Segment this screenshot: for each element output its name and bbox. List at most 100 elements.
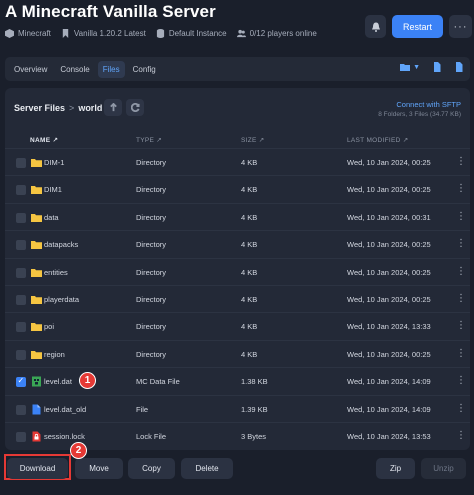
upload-arrow-button[interactable]	[104, 99, 122, 116]
unzip-button[interactable]: Unzip	[421, 458, 466, 479]
column-name[interactable]: NAME ↗	[30, 136, 58, 144]
refresh-icon	[130, 103, 140, 112]
file-modified: Wed, 10 Jan 2024, 00:25	[347, 294, 431, 304]
table-row[interactable]: entities Directory 4 KB Wed, 10 Jan 2024, 0…	[5, 257, 470, 285]
row-checkbox[interactable]	[16, 158, 26, 168]
row-menu-button[interactable]: ⋮	[456, 430, 466, 441]
column-size[interactable]: SIZE ↗	[241, 136, 265, 144]
file-name[interactable]: playerdata	[44, 295, 79, 304]
file-name[interactable]: level.dat	[44, 377, 72, 386]
row-menu-button[interactable]: ⋮	[456, 375, 466, 386]
file-name[interactable]: poi	[44, 322, 54, 331]
column-modified[interactable]: LAST MODIFIED ↗	[347, 136, 408, 144]
table-row[interactable]: datapacks Directory 4 KB Wed, 10 Jan 2024, …	[5, 230, 470, 257]
table-row[interactable]: level.dat MC Data File 1.38 KB Wed, 10 Jan …	[5, 367, 470, 394]
row-menu-button[interactable]: ⋮	[456, 183, 466, 194]
row-menu-button[interactable]: ⋮	[456, 293, 466, 304]
row-checkbox[interactable]	[16, 212, 26, 223]
annotation-marker-1: 1	[79, 372, 96, 389]
table-row[interactable]: poi Directory 4 KB Wed, 10 Jan 2024, 13:33 ⋮	[5, 312, 470, 339]
row-checkbox[interactable]	[16, 185, 26, 196]
restart-button[interactable]: Restart	[392, 15, 443, 38]
more-options-button[interactable]: ···	[449, 15, 472, 38]
refresh-button[interactable]	[126, 99, 144, 116]
row-checkbox[interactable]	[16, 431, 26, 442]
row-checkbox[interactable]	[16, 267, 26, 278]
row-menu-button[interactable]: ⋮	[456, 348, 466, 359]
cube-icon	[5, 29, 14, 38]
table-row[interactable]: playerdata Directory 4 KB Wed, 10 Jan 2024,…	[5, 284, 470, 312]
folder-icon	[31, 267, 42, 278]
upload-icon[interactable]	[454, 62, 464, 72]
zip-button[interactable]: Zip	[376, 458, 415, 479]
copy-button[interactable]: Copy	[128, 458, 175, 479]
row-checkbox[interactable]	[16, 376, 26, 388]
row-menu-button[interactable]: ⋮	[456, 403, 466, 414]
file-name[interactable]: region	[44, 350, 65, 359]
folder-icon	[31, 294, 42, 305]
annotation-marker-2: 2	[70, 442, 87, 459]
file-name[interactable]: DIM-1	[44, 158, 64, 167]
file-type: Directory	[136, 349, 167, 359]
table-row[interactable]: DIM-1 Directory 4 KB Wed, 10 Jan 2024, 00:2…	[5, 148, 470, 175]
tab-overview[interactable]: Overview	[9, 61, 52, 78]
breadcrumb-separator: >	[69, 103, 75, 113]
file-type: MC Data File	[136, 377, 180, 387]
file-name[interactable]: entities	[44, 268, 68, 277]
row-checkbox[interactable]	[16, 322, 26, 333]
file-type: Directory	[136, 294, 167, 304]
file-modified: Wed, 10 Jan 2024, 00:31	[347, 212, 431, 222]
move-button[interactable]: Move	[75, 458, 123, 479]
new-file-icon[interactable]	[432, 62, 442, 72]
breadcrumb-root[interactable]: Server Files	[14, 103, 65, 113]
folder-icon	[31, 212, 42, 223]
file-type: Directory	[136, 185, 167, 195]
table-row[interactable]: region Directory 4 KB Wed, 10 Jan 2024, 00:…	[5, 339, 470, 367]
row-menu-button[interactable]: ⋮	[456, 238, 466, 249]
connect-sftp-link[interactable]: Connect with SFTP	[396, 100, 461, 109]
file-modified: Wed, 10 Jan 2024, 00:25	[347, 267, 431, 277]
file-name[interactable]: level.dat_old	[44, 405, 86, 414]
row-checkbox[interactable]	[16, 240, 26, 251]
database-icon	[156, 29, 164, 38]
new-folder-icon[interactable]	[400, 62, 411, 72]
file-size: 1.38 KB	[241, 377, 268, 387]
file-name[interactable]: datapacks	[44, 240, 78, 249]
row-checkbox[interactable]	[16, 294, 26, 305]
table-row[interactable]: DIM1 Directory 4 KB Wed, 10 Jan 2024, 00:25…	[5, 175, 470, 202]
download-button[interactable]: Download	[7, 458, 68, 479]
page-title: A Minecraft Vanilla Server	[5, 2, 216, 21]
file-icon	[31, 404, 42, 415]
notifications-button[interactable]	[365, 15, 386, 38]
table-header: NAME ↗ TYPE ↗ SIZE ↗ LAST MODIFIED ↗	[5, 132, 470, 148]
row-menu-button[interactable]: ⋮	[456, 211, 466, 222]
table-row[interactable]: data Directory 4 KB Wed, 10 Jan 2024, 00:31…	[5, 202, 470, 230]
table-row[interactable]: level.dat_old File 1.39 KB Wed, 10 Jan 2024…	[5, 394, 470, 422]
file-type: Directory	[136, 158, 167, 167]
tab-config[interactable]: Config	[128, 61, 161, 78]
file-type: Directory	[136, 212, 167, 222]
tab-bar: Overview Console Files Config ▼	[5, 57, 470, 81]
file-size: 4 KB	[241, 185, 258, 195]
delete-button[interactable]: Delete	[181, 458, 233, 479]
row-checkbox[interactable]	[16, 349, 26, 360]
users-icon	[236, 29, 246, 38]
server-header: A Minecraft Vanilla Server Minecraft Van…	[0, 0, 474, 52]
column-type[interactable]: TYPE ↗	[136, 136, 162, 144]
tab-files[interactable]: Files	[97, 60, 125, 78]
bookmark-icon	[62, 29, 69, 38]
file-size: 1.39 KB	[241, 404, 268, 414]
file-name[interactable]: DIM1	[44, 185, 62, 194]
file-size: 4 KB	[241, 349, 258, 359]
chevron-down-icon[interactable]: ▼	[413, 64, 420, 71]
row-menu-button[interactable]: ⋮	[456, 320, 466, 331]
tab-console[interactable]: Console	[55, 61, 94, 78]
file-modified: Wed, 10 Jan 2024, 14:09	[347, 377, 431, 387]
row-menu-button[interactable]: ⋮	[456, 156, 466, 167]
file-name[interactable]: session.lock	[44, 432, 85, 441]
row-checkbox[interactable]	[16, 404, 26, 415]
file-name[interactable]: data	[44, 213, 59, 222]
row-menu-button[interactable]: ⋮	[456, 266, 466, 277]
file-size: 3 Bytes	[241, 431, 267, 441]
mc-file-icon	[31, 376, 42, 387]
